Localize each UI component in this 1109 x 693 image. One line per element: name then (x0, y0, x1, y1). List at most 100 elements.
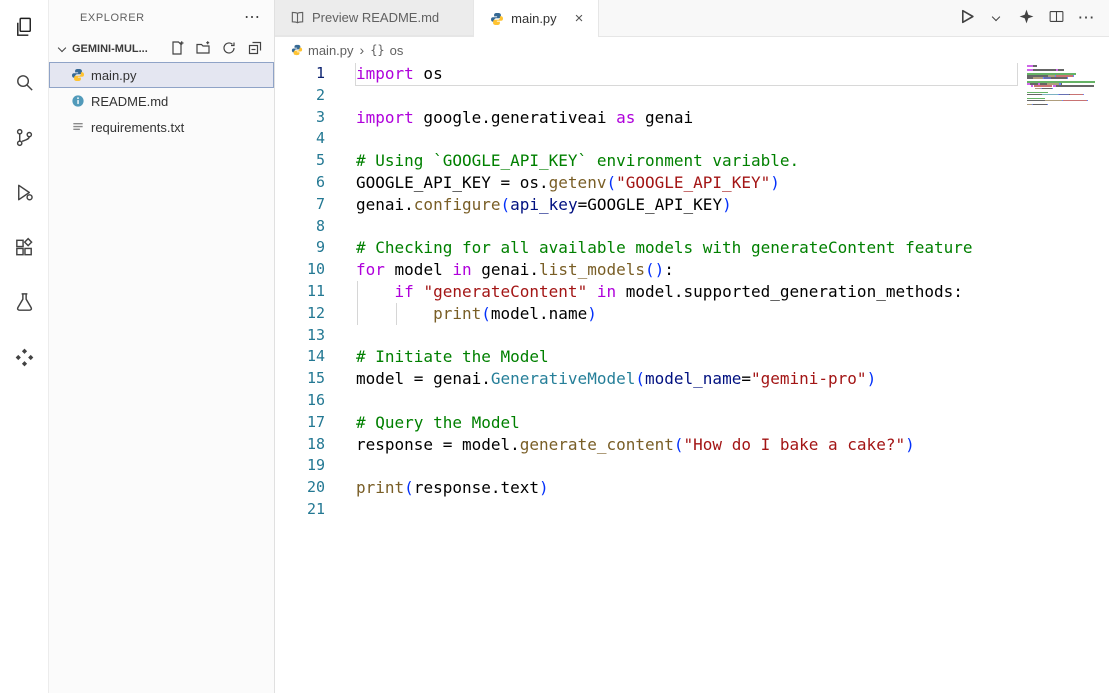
line-number[interactable]: 4 (275, 128, 325, 150)
run-dropdown-button[interactable] (985, 6, 1007, 30)
new-file-button[interactable] (166, 38, 188, 60)
code-line[interactable]: 6 GOOGLE_API_KEY = os.getenv("GOOGLE_API_… (275, 172, 1109, 194)
line-number[interactable]: 11 (275, 281, 325, 303)
code-line-content[interactable] (356, 390, 1017, 412)
code-line-content[interactable]: response = model.generate_content("How d… (356, 434, 1017, 456)
line-number[interactable]: 18 (275, 434, 325, 456)
code-line-content[interactable]: import google.generativeai as genai (356, 107, 1017, 129)
code-line[interactable]: 11 if "generateContent" in model.support… (275, 281, 1109, 303)
code-line[interactable]: 9 # Checking for all available models wit… (275, 237, 1109, 259)
code-line[interactable]: 19 (275, 455, 1109, 477)
line-number[interactable]: 14 (275, 346, 325, 368)
activity-run-debug[interactable] (0, 166, 48, 221)
code-line-content[interactable]: model = genai.GenerativeModel(model_name… (356, 368, 1017, 390)
activity-blocks[interactable] (0, 331, 48, 386)
file-list: main.py README.md requirements.txt (49, 62, 274, 140)
line-number[interactable]: 19 (275, 455, 325, 477)
code-line[interactable]: 3 import google.generativeai as genai (275, 107, 1109, 129)
code-line-content[interactable]: import os (356, 63, 1017, 85)
code-line[interactable]: 7 genai.configure(api_key=GOOGLE_API_KEY) (275, 194, 1109, 216)
code-line-content[interactable]: # Initiate the Model (356, 346, 1017, 368)
line-number[interactable]: 9 (275, 237, 325, 259)
line-number[interactable]: 15 (275, 368, 325, 390)
activity-testing[interactable] (0, 276, 48, 331)
code-line[interactable]: 13 (275, 325, 1109, 347)
code-line-content[interactable]: if "generateContent" in model.supported_… (356, 281, 1017, 303)
line-number[interactable]: 17 (275, 412, 325, 434)
run-button[interactable] (955, 6, 977, 30)
code-line[interactable]: 18 response = model.generate_content("How… (275, 434, 1109, 456)
code-line-content[interactable] (356, 128, 1017, 150)
workspace-section-header[interactable]: GEMINI-MUL... (49, 36, 274, 62)
code-line[interactable]: 16 (275, 390, 1109, 412)
more-actions-icon[interactable]: ⋯ (1075, 6, 1097, 30)
code-line[interactable]: 12 print(model.name) (275, 303, 1109, 325)
line-number[interactable]: 7 (275, 194, 325, 216)
split-editor-button[interactable] (1045, 6, 1067, 30)
code-line-content[interactable]: for model in genai.list_models(): (356, 259, 1017, 281)
line-number[interactable]: 3 (275, 107, 325, 129)
new-folder-icon (195, 40, 211, 59)
line-number[interactable]: 6 (275, 172, 325, 194)
line-number[interactable]: 5 (275, 150, 325, 172)
code-line[interactable]: 17 # Query the Model (275, 412, 1109, 434)
line-number[interactable]: 12 (275, 303, 325, 325)
line-number[interactable]: 2 (275, 85, 325, 107)
line-number[interactable]: 1 (275, 63, 325, 85)
code-line-content[interactable]: genai.configure(api_key=GOOGLE_API_KEY) (356, 194, 1017, 216)
tab-main-py[interactable]: main.py × (474, 0, 599, 37)
collapse-all-button[interactable] (244, 38, 266, 60)
code-line-content[interactable]: GOOGLE_API_KEY = os.getenv("GOOGLE_API_K… (356, 172, 1017, 194)
sparkle-button[interactable] (1015, 6, 1037, 30)
code-line-content[interactable]: # Using `GOOGLE_API_KEY` environment var… (356, 150, 1017, 172)
code-line[interactable]: 8 (275, 216, 1109, 238)
code-line[interactable]: 5 # Using `GOOGLE_API_KEY` environment va… (275, 150, 1109, 172)
code-line-content[interactable] (356, 455, 1017, 477)
activity-source-control[interactable] (0, 111, 48, 166)
refresh-button[interactable] (218, 38, 240, 60)
close-icon[interactable]: × (572, 10, 587, 27)
line-number[interactable]: 21 (275, 499, 325, 521)
code-line[interactable]: 10 for model in genai.list_models(): (275, 259, 1109, 281)
code-area[interactable]: 1 import os 23 import google.generativeai a… (275, 63, 1109, 521)
file-item-requirements-txt[interactable]: requirements.txt (49, 114, 274, 140)
code-line-content[interactable] (356, 325, 1017, 347)
breadcrumb-file[interactable]: main.py (308, 43, 354, 58)
code-line[interactable]: 15 model = genai.GenerativeModel(model_na… (275, 368, 1109, 390)
line-number[interactable]: 8 (275, 216, 325, 238)
editor-content[interactable]: 1 import os 23 import google.generativeai a… (275, 63, 1109, 693)
code-line-content[interactable]: print(response.text) (356, 477, 1017, 499)
python-file-icon (70, 68, 85, 83)
code-line[interactable]: 20 print(response.text) (275, 477, 1109, 499)
sidebar-title: EXPLORER (80, 12, 145, 24)
code-line-content[interactable]: # Checking for all available models with… (356, 237, 1017, 259)
breadcrumb-symbol[interactable]: os (390, 43, 404, 58)
vscode-window: EXPLORER ⋯ GEMINI-MUL... main.py README.… (0, 0, 1109, 693)
sidebar-explorer: EXPLORER ⋯ GEMINI-MUL... main.py README.… (49, 0, 275, 693)
code-line-content[interactable] (356, 216, 1017, 238)
code-line[interactable]: 2 (275, 85, 1109, 107)
line-number[interactable]: 16 (275, 390, 325, 412)
code-line[interactable]: 21 (275, 499, 1109, 521)
code-line[interactable]: 1 import os (275, 63, 1109, 85)
info-icon (70, 94, 85, 109)
tab-preview-readme[interactable]: Preview README.md (275, 0, 474, 36)
line-number[interactable]: 20 (275, 477, 325, 499)
code-line[interactable]: 4 (275, 128, 1109, 150)
file-item-readme-md[interactable]: README.md (49, 88, 274, 114)
code-line[interactable]: 14 # Initiate the Model (275, 346, 1109, 368)
activity-explorer[interactable] (0, 1, 48, 56)
line-number[interactable]: 10 (275, 259, 325, 281)
code-line-content[interactable] (356, 499, 1017, 521)
new-folder-button[interactable] (192, 38, 214, 60)
testing-beaker-icon (13, 291, 36, 317)
code-line-content[interactable]: # Query the Model (356, 412, 1017, 434)
activity-extensions[interactable] (0, 221, 48, 276)
minimap[interactable] (1027, 65, 1101, 108)
activity-search[interactable] (0, 56, 48, 111)
line-number[interactable]: 13 (275, 325, 325, 347)
sidebar-more-actions[interactable]: ⋯ (244, 10, 260, 26)
code-line-content[interactable]: print(model.name) (356, 303, 1017, 325)
code-line-content[interactable] (356, 85, 1017, 107)
file-item-main-py[interactable]: main.py (49, 62, 274, 88)
